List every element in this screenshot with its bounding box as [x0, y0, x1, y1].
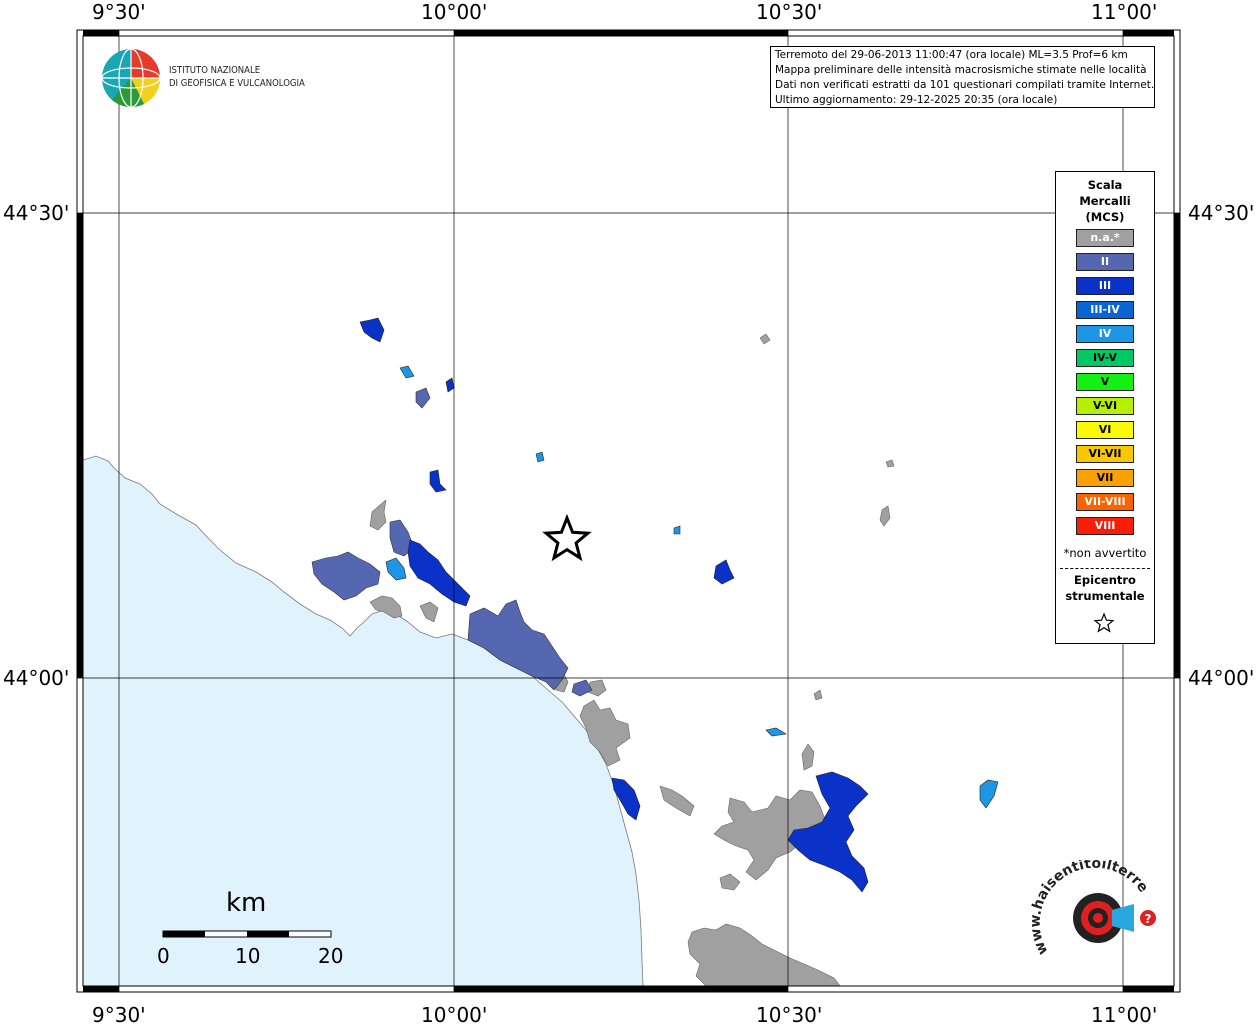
lon-label: 10°30' — [756, 1003, 823, 1027]
legend-swatch: VI — [1076, 421, 1134, 439]
lon-label: 9°30' — [92, 0, 146, 24]
frame-bar — [1123, 986, 1174, 992]
event-info-line: Dati non verificati estratti da 101 ques… — [775, 79, 1155, 91]
legend-epicenter-line: strumentale — [1065, 589, 1145, 603]
na-area — [369, 499, 387, 531]
frame-bar — [1174, 213, 1180, 678]
legend-title-line: (MCS) — [1085, 210, 1125, 224]
na-area — [879, 505, 891, 527]
na-area — [419, 601, 439, 623]
legend-swatch: VII — [1076, 469, 1134, 487]
legend-title-line: Scala — [1087, 178, 1123, 192]
legend-divider — [1060, 568, 1150, 569]
legend-swatch: IV — [1076, 325, 1134, 343]
na-area — [759, 333, 771, 345]
legend-title-line: Mercalli — [1079, 194, 1131, 208]
legend-swatch: IV-V — [1076, 349, 1134, 367]
org-name-line: ISTITUTO NAZIONALE — [169, 65, 261, 76]
scale-label: 20 — [318, 944, 344, 968]
epicenter-star — [542, 513, 592, 562]
event-info-box: Terremoto del 29-06-2013 11:00:47 (ora l… — [770, 46, 1155, 108]
na-area — [719, 873, 741, 891]
legend-epicenter-line: Epicentro — [1074, 573, 1136, 587]
legend-swatch: VI-VII — [1076, 445, 1134, 463]
hai-sentito-logo[interactable]: www.haisentitoilterremoto.it ? — [1030, 860, 1160, 980]
iv-area — [673, 525, 681, 535]
ingv-logo-icon — [101, 48, 161, 108]
iii-area — [713, 559, 735, 585]
legend-title: Scala Mercalli (MCS) — [1056, 177, 1154, 225]
na-area — [885, 459, 895, 468]
legend-note: *non avvertito — [1063, 546, 1147, 560]
na-area — [687, 923, 841, 987]
scale-bar — [162, 930, 332, 938]
legend-swatch: V — [1076, 373, 1134, 391]
legend-swatch: VII-VIII — [1076, 493, 1134, 511]
legend-swatch: III — [1076, 277, 1134, 295]
lon-label: 10°00' — [421, 0, 488, 24]
iii-area — [429, 469, 447, 493]
frame-bar — [454, 986, 788, 992]
ii-area — [571, 679, 593, 697]
frame-bar — [83, 30, 119, 36]
frame-bar — [77, 213, 83, 678]
legend-swatch: n.a.* — [1076, 229, 1134, 247]
iv-area — [399, 365, 415, 379]
event-info-line: Ultimo aggiornamento: 29-12-2025 20:35 (… — [775, 94, 1058, 106]
ii-area — [311, 551, 381, 601]
na-area — [801, 743, 815, 771]
iii-area — [407, 539, 471, 607]
frame-bar — [83, 986, 119, 992]
org-name-line: DI GEOFISICA E VULCANOLOGIA — [169, 78, 305, 89]
iv-area — [765, 727, 787, 737]
iii-area — [445, 377, 455, 393]
intensity-legend: Scala Mercalli (MCS) n.a.* II III III-IV IV I… — [1055, 171, 1155, 644]
legend-star-icon — [1093, 612, 1115, 633]
lon-label: 11°00' — [1091, 0, 1158, 24]
na-area — [813, 689, 823, 701]
question-mark: ? — [1145, 912, 1152, 926]
lat-label: 44°00' — [3, 666, 70, 690]
lon-label: 9°30' — [92, 1003, 146, 1027]
frame-bar — [454, 30, 788, 36]
scale-unit: km — [226, 888, 267, 918]
event-info-line: Mappa preliminare delle intensità macros… — [775, 64, 1147, 76]
lat-label: 44°30' — [1188, 201, 1255, 225]
iv-area — [385, 557, 407, 581]
iv-area — [979, 779, 999, 809]
lon-label: 11°00' — [1091, 1003, 1158, 1027]
lat-label: 44°30' — [3, 201, 70, 225]
ii-area — [415, 387, 431, 409]
legend-swatch: III-IV — [1076, 301, 1134, 319]
legend-epicenter-label: Epicentro strumentale — [1056, 572, 1154, 604]
lon-label: 10°30' — [756, 0, 823, 24]
scale-label: 0 — [157, 944, 170, 968]
legend-swatch: VIII — [1076, 517, 1134, 535]
event-info-line: Terremoto del 29-06-2013 11:00:47 (ora l… — [775, 49, 1128, 61]
iii-area — [359, 317, 385, 343]
scale-label: 10 — [235, 944, 261, 968]
lat-label: 44°00' — [1188, 666, 1255, 690]
org-name: ISTITUTO NAZIONALE DI GEOFISICA E VULCAN… — [169, 64, 305, 90]
frame-bar — [1123, 30, 1174, 36]
na-area — [659, 785, 695, 817]
legend-swatch: II — [1076, 253, 1134, 271]
iv-area — [535, 451, 545, 463]
legend-swatch: V-VI — [1076, 397, 1134, 415]
lon-label: 10°00' — [421, 1003, 488, 1027]
